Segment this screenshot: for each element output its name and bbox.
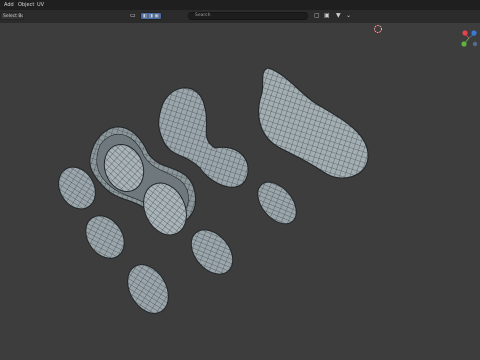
peanut-kernel-4[interactable] (183, 222, 241, 282)
peanut-kernel-5[interactable] (250, 175, 304, 231)
object-mode-icon[interactable]: ▭ (130, 12, 136, 20)
navigation-gizmo-icon[interactable] (461, 30, 478, 47)
peanut-kernel-3[interactable] (119, 257, 176, 320)
search-field[interactable]: Search (188, 12, 308, 20)
view-icon-1[interactable]: ▢ (314, 12, 320, 20)
menu-uv[interactable]: UV (37, 0, 44, 10)
view-icon-2[interactable]: ▣ (324, 12, 330, 20)
3d-viewport[interactable] (0, 23, 480, 360)
menu-add[interactable]: Add (4, 0, 14, 10)
whole-peanut-shell[interactable] (258, 67, 369, 179)
filter-dropdown-icon[interactable]: ⌄ (346, 12, 351, 20)
peanut-kernel-2[interactable] (78, 208, 132, 265)
top-menu-bar: Add Object UV (0, 0, 480, 10)
select-mode-dropdown[interactable]: Select Box (0, 12, 24, 20)
menu-object[interactable]: Object (18, 0, 34, 10)
filter-icon[interactable]: ▼ (336, 12, 341, 20)
3d-cursor-icon (374, 25, 382, 33)
select-tool-group[interactable]: ◧ ◨ ▣ (140, 12, 162, 20)
